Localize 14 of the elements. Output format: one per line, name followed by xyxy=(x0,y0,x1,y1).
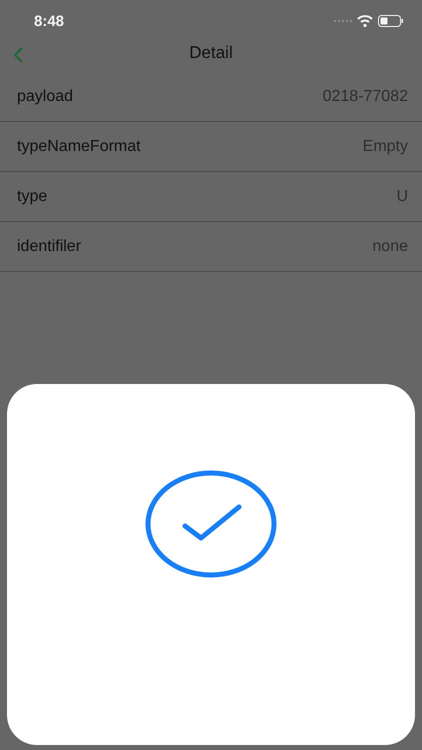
row-value: Empty xyxy=(362,138,408,156)
battery-icon xyxy=(378,15,404,27)
row-value: 0218-77082 xyxy=(322,88,408,106)
row-label: type xyxy=(17,188,48,206)
checkmark-circle-icon xyxy=(145,470,277,578)
row-value: U xyxy=(396,188,408,206)
nav-title: Detail xyxy=(189,43,233,63)
row-label: typeNameFormat xyxy=(17,138,141,156)
signal-icon xyxy=(334,19,352,23)
wifi-icon xyxy=(357,15,373,27)
row-label: identifiler xyxy=(17,238,82,256)
row-value: none xyxy=(372,238,408,256)
status-time: 8:48 xyxy=(34,12,64,30)
row-label: payload xyxy=(17,88,74,106)
